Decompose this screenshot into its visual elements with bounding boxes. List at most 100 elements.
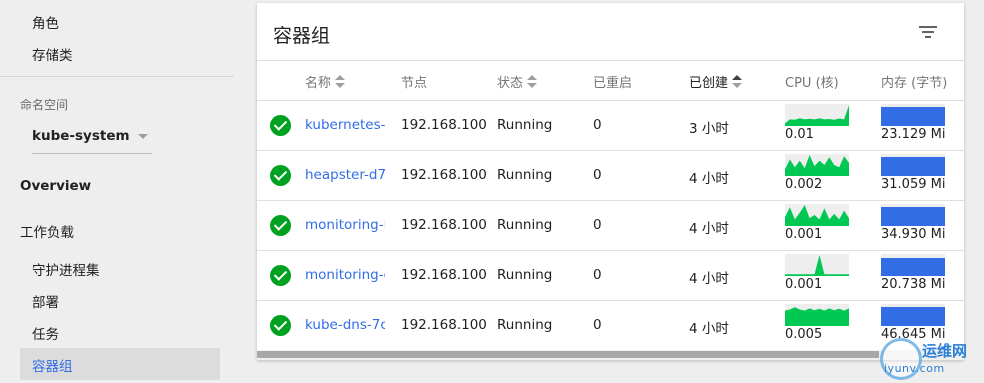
memory-sparkline <box>881 154 945 176</box>
header-divider <box>257 60 964 61</box>
watermark-text: 运维网 <box>922 342 968 360</box>
cpu-sparkline-graphic <box>785 205 849 226</box>
pod-cpu: 0.002 <box>785 177 823 192</box>
sidebar-item-roles[interactable]: 角色 <box>32 12 59 32</box>
sidebar: 角色 存储类 命名空间 kube-system Overview 工作负载 守护… <box>0 0 234 383</box>
column-label: 已重启 <box>593 76 633 91</box>
memory-bar <box>881 258 945 276</box>
pod-restarts: 0 <box>593 267 602 283</box>
pod-memory: 20.738 Mi <box>881 277 946 292</box>
namespace-select[interactable]: kube-system <box>32 122 152 154</box>
memory-bar <box>881 307 945 326</box>
pod-created: 4 小时 <box>689 321 729 337</box>
chevron-down-icon <box>138 134 148 139</box>
pod-created: 4 小时 <box>689 221 729 237</box>
pod-node: 192.168.100 <box>401 217 487 233</box>
namespace-label: 命名空间 <box>20 98 69 112</box>
namespace-value: kube-system <box>32 128 130 144</box>
pod-memory: 31.059 Mi <box>881 177 946 192</box>
column-header-restarts: 已重启 <box>593 72 632 91</box>
sidebar-item-deployments[interactable]: 部署 <box>32 291 59 311</box>
cpu-sparkline-area <box>785 255 849 276</box>
column-header-memory: 内存 (字节) <box>881 72 947 91</box>
cpu-sparkline-graphic <box>785 155 849 176</box>
pod-status: Running <box>497 217 553 233</box>
cpu-sparkline <box>785 204 849 226</box>
pod-name-link[interactable]: monitoring-g <box>305 267 385 283</box>
sidebar-item-daemon-sets[interactable]: 守护进程集 <box>32 259 100 279</box>
table-row: heapster-d7 192.168.100 Running 0 4 小时 0… <box>257 150 964 200</box>
sidebar-item-label: 容器组 <box>32 359 73 375</box>
column-label: 节点 <box>401 76 428 91</box>
sort-icon <box>732 75 743 89</box>
check-circle-icon <box>270 115 291 136</box>
memory-sparkline <box>881 104 945 126</box>
pod-status: Running <box>497 167 553 183</box>
check-circle-icon <box>270 165 291 186</box>
memory-sparkline <box>881 304 945 326</box>
memory-bar <box>881 107 945 126</box>
memory-sparkline <box>881 254 945 276</box>
cpu-sparkline-graphic <box>785 255 849 276</box>
table-row: monitoring-ir 192.168.100 Running 0 4 小时… <box>257 200 964 250</box>
memory-bar <box>881 157 945 176</box>
pod-created: 4 小时 <box>689 271 729 287</box>
pod-name-link[interactable]: heapster-d7 <box>305 167 385 183</box>
check-circle-icon <box>270 215 291 236</box>
column-label: 状态 <box>497 76 524 91</box>
horizontal-scrollbar[interactable] <box>257 350 964 360</box>
filter-list-icon[interactable] <box>919 24 937 40</box>
cpu-sparkline <box>785 254 849 276</box>
pod-name-link[interactable]: kubernetes-c <box>305 117 385 133</box>
sidebar-item-pods[interactable]: 容器组 <box>20 348 220 380</box>
column-label: 名称 <box>305 76 332 91</box>
pod-memory: 23.129 Mi <box>881 127 946 142</box>
sidebar-item-jobs[interactable]: 任务 <box>32 323 59 343</box>
memory-sparkline <box>881 204 945 226</box>
pod-restarts: 0 <box>593 117 602 133</box>
column-header-cpu: CPU (核) <box>785 72 839 91</box>
column-header-status[interactable]: 状态 <box>497 72 538 91</box>
pod-created: 3 小时 <box>689 121 729 137</box>
column-label: 内存 (字节) <box>881 76 948 91</box>
sidebar-item-overview[interactable]: Overview <box>20 178 91 194</box>
cpu-sparkline <box>785 304 849 326</box>
pod-status: Running <box>497 317 553 333</box>
cpu-sparkline-area <box>785 205 849 226</box>
pods-card: 容器组 名称 节点 状态 已重启 已创建 CPU (核) 内存 (字节) kub… <box>257 3 964 360</box>
pod-node: 192.168.100 <box>401 317 487 333</box>
column-label: 已创建 <box>689 76 729 91</box>
cpu-sparkline-graphic <box>785 105 849 126</box>
cpu-sparkline <box>785 104 849 126</box>
sidebar-item-storage-classes[interactable]: 存储类 <box>32 44 73 64</box>
check-circle-icon <box>270 265 291 286</box>
check-circle-icon <box>270 315 291 336</box>
sidebar-item-workloads[interactable]: 工作负载 <box>20 221 74 241</box>
pod-cpu: 0.005 <box>785 327 823 342</box>
table-row: monitoring-g 192.168.100 Running 0 4 小时 … <box>257 250 964 300</box>
cpu-sparkline-area <box>785 105 849 126</box>
sidebar-divider <box>0 76 234 77</box>
pod-memory: 34.930 Mi <box>881 227 946 242</box>
cpu-sparkline-graphic <box>785 307 849 326</box>
pod-node: 192.168.100 <box>401 167 487 183</box>
table-row: kubernetes-c 192.168.100 Running 0 3 小时 … <box>257 100 964 150</box>
memory-bar <box>881 207 945 226</box>
pod-restarts: 0 <box>593 217 602 233</box>
table-row: kube-dns-7c 192.168.100 Running 0 4 小时 0… <box>257 300 964 350</box>
column-header-created[interactable]: 已创建 <box>689 72 743 91</box>
pod-node: 192.168.100 <box>401 267 487 283</box>
watermark-url: iyunv.com <box>884 362 945 375</box>
pod-node: 192.168.100 <box>401 117 487 133</box>
pod-name-link[interactable]: kube-dns-7c <box>305 317 385 333</box>
watermark-logo: 运维网 iyunv.com <box>880 336 984 383</box>
cpu-sparkline-area <box>785 307 849 326</box>
pod-cpu: 0.01 <box>785 127 814 142</box>
cpu-sparkline <box>785 154 849 176</box>
scrollbar-thumb[interactable] <box>257 351 879 358</box>
cpu-sparkline-area <box>785 155 849 176</box>
column-header-name[interactable]: 名称 <box>305 72 346 91</box>
pod-status: Running <box>497 117 553 133</box>
pod-cpu: 0.001 <box>785 227 823 242</box>
pod-name-link[interactable]: monitoring-ir <box>305 217 385 233</box>
